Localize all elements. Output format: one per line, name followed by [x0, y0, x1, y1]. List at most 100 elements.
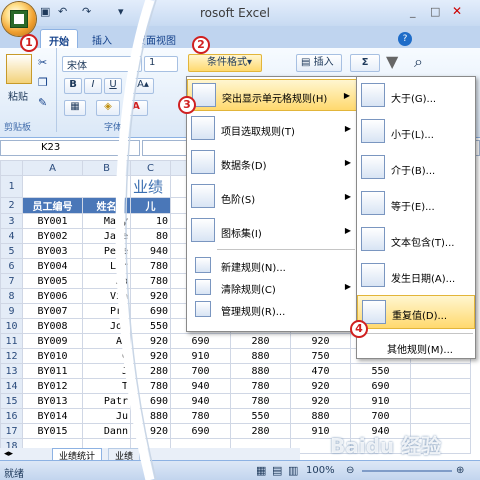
row-header[interactable]: 8: [0, 288, 23, 304]
cell-name[interactable]: Lar: [82, 258, 131, 274]
tab-home[interactable]: 开始: [40, 29, 78, 48]
row-header[interactable]: 13: [0, 363, 23, 379]
table-cell[interactable]: [410, 378, 471, 394]
table-cell[interactable]: 910: [170, 348, 231, 364]
font-color-button[interactable]: A: [124, 100, 148, 116]
table-cell[interactable]: 690: [170, 333, 231, 349]
cell-employee-id[interactable]: BY012: [22, 378, 83, 394]
bold-button[interactable]: B: [64, 78, 82, 94]
row-header[interactable]: 9: [0, 303, 23, 319]
table-cell[interactable]: 780: [170, 408, 231, 424]
table-cell[interactable]: 940: [170, 378, 231, 394]
table-cell[interactable]: 470: [290, 363, 351, 379]
corner-cell[interactable]: [0, 160, 23, 176]
cell-employee-id[interactable]: BY015: [22, 423, 83, 439]
table-cell[interactable]: 780: [230, 378, 291, 394]
table-cell[interactable]: 880: [230, 363, 291, 379]
fill-color-button[interactable]: ◈: [96, 100, 120, 116]
row-header[interactable]: 1: [0, 175, 23, 198]
row-header[interactable]: 16: [0, 408, 23, 424]
qat-customize-icon[interactable]: ▾: [118, 5, 124, 18]
office-button[interactable]: [2, 2, 36, 36]
save-icon[interactable]: ▣: [40, 5, 50, 18]
cell-name[interactable]: Jane: [82, 228, 131, 244]
cell-score[interactable]: 920: [130, 333, 171, 349]
row-header[interactable]: 2: [0, 197, 23, 214]
cell-employee-id[interactable]: BY007: [22, 303, 83, 319]
underline-button[interactable]: U: [104, 78, 122, 94]
submenu-item-1[interactable]: 大于(G)...: [357, 79, 475, 113]
redo-icon[interactable]: ↷: [82, 5, 91, 18]
col-header-b[interactable]: B: [82, 160, 131, 176]
col-header-a[interactable]: A: [22, 160, 83, 176]
sort-filter-icon[interactable]: ▼: [386, 52, 398, 71]
cell-employee-id[interactable]: BY006: [22, 288, 83, 304]
cell-name[interactable]: Jo: [82, 273, 131, 289]
cell-name[interactable]: Vin: [82, 288, 131, 304]
menu-item-1[interactable]: 突出显示单元格规则(H) ▶: [187, 79, 357, 111]
cell-score[interactable]: 780: [130, 273, 171, 289]
cell-score[interactable]: 780: [130, 378, 171, 394]
header-cell-id[interactable]: 员工编号: [22, 197, 83, 214]
submenu-item-6[interactable]: 发生日期(A)...: [357, 259, 475, 293]
row-header[interactable]: 14: [0, 378, 23, 394]
table-cell[interactable]: 550: [350, 363, 411, 379]
cell-employee-id[interactable]: BY013: [22, 393, 83, 409]
undo-icon[interactable]: ↶: [58, 5, 67, 18]
row-header[interactable]: 3: [0, 213, 23, 229]
cell-name[interactable]: Patr: [82, 393, 131, 409]
cell-score[interactable]: 920: [130, 423, 171, 439]
table-cell[interactable]: 920: [290, 393, 351, 409]
paste-icon[interactable]: [6, 54, 32, 84]
submenu-item-4[interactable]: 等于(E)...: [357, 187, 475, 221]
autosum-button[interactable]: Σ: [350, 54, 380, 72]
row-header[interactable]: 4: [0, 228, 23, 244]
tab-page-view[interactable]: 页面视图: [128, 29, 184, 48]
cell-employee-id[interactable]: BY004: [22, 258, 83, 274]
cut-icon[interactable]: ✂: [38, 56, 47, 69]
table-cell[interactable]: [22, 175, 131, 198]
table-cell[interactable]: 550: [230, 408, 291, 424]
row-header[interactable]: 7: [0, 273, 23, 289]
font-size-select[interactable]: 1: [144, 56, 178, 72]
menu-item-4[interactable]: 色阶(S) ▶: [187, 181, 357, 213]
cell-name[interactable]: C: [82, 348, 131, 364]
header-cell-c[interactable]: 儿: [130, 197, 171, 214]
cell-name[interactable]: Joc: [82, 318, 131, 334]
menu-item-3[interactable]: 数据条(D) ▶: [187, 147, 357, 179]
sheet-title-cell[interactable]: 业绩: [130, 175, 171, 198]
table-cell[interactable]: 880: [230, 348, 291, 364]
zoom-out-icon[interactable]: ⊖: [346, 465, 354, 476]
cell-employee-id[interactable]: BY005: [22, 273, 83, 289]
table-cell[interactable]: 920: [290, 378, 351, 394]
view-layout-icon[interactable]: ▤: [272, 464, 282, 477]
row-header[interactable]: 6: [0, 258, 23, 274]
cell-name[interactable]: Al: [82, 333, 131, 349]
submenu-item-5[interactable]: 文本包含(T)...: [357, 223, 475, 257]
row-header[interactable]: 5: [0, 243, 23, 259]
font-name-select[interactable]: 宋体: [62, 56, 142, 72]
table-cell[interactable]: 700: [350, 408, 411, 424]
zoom-slider[interactable]: [362, 470, 452, 472]
view-pagebreak-icon[interactable]: ▥: [288, 464, 298, 477]
cell-score[interactable]: 550: [130, 318, 171, 334]
table-cell[interactable]: [410, 393, 471, 409]
row-header[interactable]: 15: [0, 393, 23, 409]
table-row[interactable]: 14 BY012 T 780 940 780 920 690: [0, 378, 471, 394]
table-cell[interactable]: 880: [290, 408, 351, 424]
copy-icon[interactable]: ❐: [38, 76, 48, 89]
menu-item-6[interactable]: 新建规则(N)...: [187, 255, 357, 275]
submenu-item-3[interactable]: 介于(B)...: [357, 151, 475, 185]
cell-name[interactable]: Dann: [82, 423, 131, 439]
cell-score[interactable]: 10: [130, 213, 171, 229]
zoom-level[interactable]: 100%: [306, 465, 335, 476]
cell-score[interactable]: 920: [130, 348, 171, 364]
table-cell[interactable]: 750: [290, 348, 351, 364]
table-cell[interactable]: 940: [170, 393, 231, 409]
cell-employee-id[interactable]: BY009: [22, 333, 83, 349]
row-header[interactable]: 11: [0, 333, 23, 349]
cell-score[interactable]: 880: [130, 408, 171, 424]
menu-item-7[interactable]: 清除规则(C) ▶: [187, 277, 357, 297]
cell-score[interactable]: 690: [130, 303, 171, 319]
cell-name[interactable]: Mary: [82, 213, 131, 229]
